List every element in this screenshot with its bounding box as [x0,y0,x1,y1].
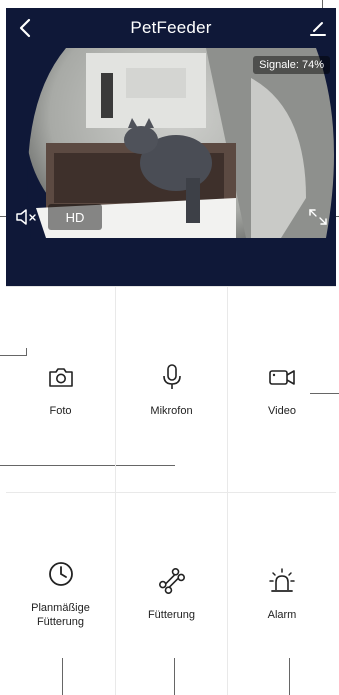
page-title: PetFeeder [130,18,212,37]
video-camera-icon [269,369,295,385]
video-bottom-band [6,238,336,286]
photo-label: Foto [49,404,72,417]
clock-icon [48,562,73,586]
scheduled-feeding-button[interactable]: Planmäßige Fütterung [6,493,116,695]
siren-icon [269,568,295,592]
pencil-icon[interactable] [306,16,330,40]
microphone-icon [162,363,181,389]
photo-button[interactable]: Foto [6,287,116,493]
control-grid: Foto Mikrofon Video Planmäßige Fütterung [6,286,336,695]
alarm-button[interactable]: Alarm [228,493,336,695]
feeding-label: Fütterung [147,609,196,621]
expand-icon[interactable] [306,206,330,228]
quality-toggle-button[interactable]: HD [48,204,102,230]
video-record-label: Video [268,404,296,417]
alarm-label: Alarm [267,609,297,621]
camera-icon [48,367,73,387]
microphone-label: Mikrofon [150,404,193,417]
video-record-button[interactable]: Video [228,287,336,493]
scheduled-feeding-label: Planmäßige Fütterung [31,602,90,628]
bone-icon [158,568,185,594]
live-video-feed[interactable]: Signale: 74% HD [6,48,336,238]
app-header: PetFeeder [6,8,336,48]
speaker-muted-icon[interactable] [14,206,40,228]
signal-strength-badge: Signale: 74% [253,56,330,74]
feeding-button[interactable]: Fütterung [116,493,228,695]
microphone-button[interactable]: Mikrofon [116,287,228,493]
callout-line-edit [322,0,323,8]
chevron-left-icon[interactable] [14,16,38,40]
